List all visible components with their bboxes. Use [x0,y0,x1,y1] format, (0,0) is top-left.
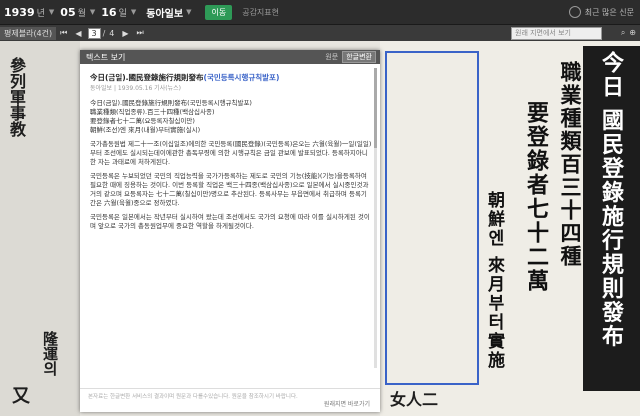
recent-papers[interactable]: 최근 많은 신문 [568,6,634,18]
go-button[interactable]: 이동 [205,4,233,20]
year-dropdown-icon[interactable]: ▼ [49,8,54,16]
prev-page-icon[interactable]: ◀ [71,29,85,38]
recent-papers-label: 최근 많은 신문 [584,7,634,17]
panel-body: 今日(금일).國民登錄施行規則發布(국민등록시행규칙발포) 동아일보 | 193… [80,64,380,390]
subtitle-line: 朝鮮(조선)엔 來月(내월)부터實施(실시) [90,126,201,134]
headline: 今日 國民登錄施行規則發布 [598,51,624,349]
left-column-text-3: 又 [9,386,30,404]
day-unit: 일 [118,8,127,19]
left-column-text-1: 參列軍事教 [7,57,26,137]
newspaper-name[interactable]: 동아일보 [146,5,183,20]
header-link[interactable]: 공감지표현 [242,7,279,18]
date-selector[interactable]: 1939 년 ▼ 05 월 ▼ 16 일 ▼ [4,6,140,19]
article-title-text: 今日(금일).國民登錄施行規則發布 [90,73,204,82]
subheadline-3: 朝鮮엔 來月부터實施 [484,191,504,370]
bottom-text: 女人二 [390,390,439,409]
month-unit: 월 [77,8,86,19]
article-title-hangul: (국민등록시행규칙발포) [203,73,280,82]
zoom-icon[interactable]: ⊕ [629,28,636,38]
subheadline-1: 職業種類百三十四種 [558,61,583,268]
panel-title: 텍스트 보기 [86,52,126,62]
paper-dropdown-icon[interactable]: ▼ [186,8,191,16]
article-title: 今日(금일).國民登錄施行規則發布(국민등록시행규칙발포) [90,73,372,82]
body-paragraph: 국민등록은 누보되었던 국민의 직업능력을 국가가등록하는 제도로 국민의 기능… [90,172,369,207]
left-column-text-2: 隆運의 [41,331,59,376]
view-tools: ⌕ ⊕ [621,28,636,38]
first-page-icon[interactable]: ⏮ [56,28,71,38]
hangul-convert-toggle[interactable]: 한글변환 [342,51,376,63]
month-value[interactable]: 05 [60,6,75,19]
top-bar: 1939 년 ▼ 05 월 ▼ 16 일 ▼ 동아일보 ▼ 이동 공감지표현 최… [0,0,640,25]
subtitle-line: 今日(금일).國民登錄施行規則發布(국민등록시행규칙발포) [90,99,252,107]
original-text-toggle[interactable]: 원문 [325,52,338,62]
search-input[interactable]: 원래 지면에서 보기 [511,27,602,40]
subtitle-line: 職業種類(직업종류).百三十四種(백삼십사종) [90,108,215,116]
body-paragraph: 국민등록은 일본에서는 작년부터 실시하여 왔는데 조선에서도 국가의 요청에 … [90,213,370,230]
body-paragraph: 국가총동원법 제二十一조(이십일조)에의한 국민등록(國民登錄)(국민등록)은오… [90,140,372,166]
text-view-panel: 텍스트 보기 원문 한글변환 今日(금일).國民登錄施行規則發布(국민등록시행규… [80,50,380,412]
page-total: 4 [109,28,115,38]
goto-original-link[interactable]: 원래지면 바로가기 [324,399,370,408]
subtitle-line: 要登錄者七十二萬(요등록자칠십이만) [90,117,195,125]
last-page-icon[interactable]: ⏭ [133,28,148,38]
panel-header-tools: 원문 한글변환 [325,51,376,63]
info-icon [568,6,581,18]
subheadline-2: 要登錄者七十二萬 [523,101,549,293]
article-meta: 동아일보 | 1939.05.16 기사(뉴스) [90,85,181,92]
day-value[interactable]: 16 [101,6,116,19]
article-highlight-frame[interactable] [385,51,479,385]
panel-footer: 본자료는 한글변환 서비스의 결과이며 원문과 다를수있습니다. 원문을 참조하… [80,388,380,412]
page-current[interactable]: 3 [87,27,101,39]
month-dropdown-icon[interactable]: ▼ [90,8,95,16]
next-page-icon[interactable]: ▶ [118,29,132,38]
search-icon[interactable]: ⌕ [621,28,625,38]
viewer-toolbar: 평제블라(4건) ⏮ ◀ 3 / 4 ▶ ⏭ 원래 지면에서 보기 ⌕ ⊕ [0,25,640,41]
panel-header: 텍스트 보기 원문 한글변환 [80,50,380,64]
year-unit: 년 [36,8,45,19]
clipping-list-button[interactable]: 평제블라(4건) [0,26,57,40]
year-value[interactable]: 1939 [4,6,35,19]
day-dropdown-icon[interactable]: ▼ [131,8,136,16]
panel-scroll-thumb[interactable] [374,68,377,148]
